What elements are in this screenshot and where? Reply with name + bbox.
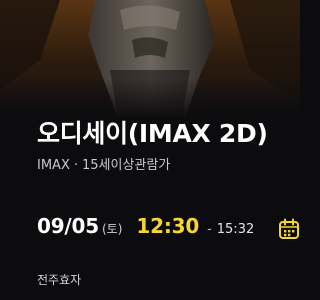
start-time: 12:30 <box>136 214 200 238</box>
movie-meta: IMAX · 15세이상관람가 <box>37 157 170 175</box>
calendar-icon[interactable] <box>278 218 300 240</box>
showtime-row: 09/05 (토) 12:30 - 15:32 <box>37 214 254 244</box>
show-date: 09/05 <box>37 214 99 238</box>
format-label: IMAX <box>37 158 70 173</box>
end-time: 15:32 <box>216 222 255 237</box>
meta-separator: · <box>73 158 78 173</box>
show-weekday: (토) <box>101 222 123 236</box>
time-separator: - <box>207 222 212 237</box>
movie-title: 오디세이(IMAX 2D) <box>37 119 268 148</box>
age-rating: 15세이상관람가 <box>82 158 171 173</box>
theater-name: 전주효자 <box>37 273 82 287</box>
movie-poster <box>0 0 300 118</box>
